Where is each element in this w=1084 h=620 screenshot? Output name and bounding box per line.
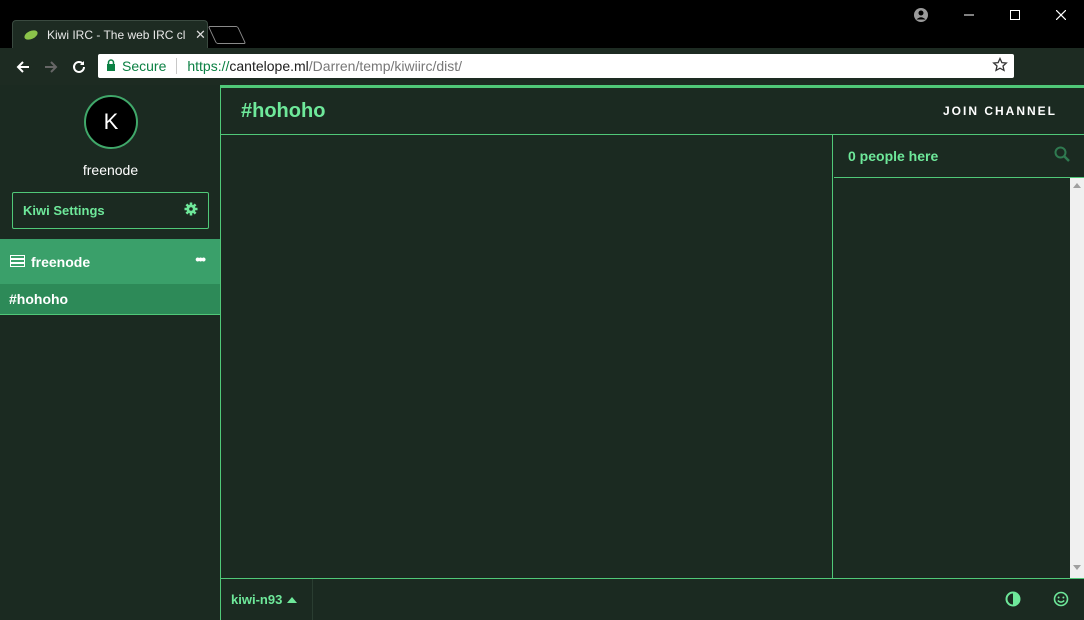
gear-icon [184, 202, 198, 219]
minimize-icon[interactable] [946, 0, 992, 30]
sidebar-item-channel[interactable]: #hohoho [0, 284, 220, 315]
control-bar: kiwi-n93 [221, 578, 1084, 620]
nick-label: kiwi-n93 [231, 592, 283, 607]
user-list-scrollbar[interactable] [1070, 178, 1084, 578]
browser-chrome: Kiwi IRC - The web IRC client ✕ [0, 0, 1084, 121]
kiwi-app: K freenode Kiwi Settings freenode ••• #h… [0, 85, 1084, 620]
back-arrow-icon[interactable] [9, 53, 37, 81]
search-icon[interactable] [1054, 146, 1070, 167]
user-list: 0 people here [834, 135, 1084, 578]
close-window-icon[interactable] [1038, 0, 1084, 30]
nick-button[interactable]: kiwi-n93 [221, 579, 313, 620]
lock-icon [106, 58, 116, 74]
tab-close-icon[interactable]: ✕ [195, 27, 206, 43]
server-icon [10, 254, 25, 270]
people-count: 0 people here [848, 148, 939, 164]
network-row-label: freenode [31, 253, 91, 270]
sidebar: K freenode Kiwi Settings freenode ••• #h… [0, 85, 221, 620]
user-list-header: 0 people here [834, 135, 1084, 178]
message-list[interactable] [221, 135, 833, 578]
browser-tab[interactable]: Kiwi IRC - The web IRC client ✕ [12, 20, 208, 48]
kiwi-settings-button[interactable]: Kiwi Settings [12, 192, 209, 229]
settings-label: Kiwi Settings [23, 203, 105, 218]
secure-label: Secure [122, 58, 167, 74]
avatar[interactable]: K [84, 95, 138, 149]
main-panel: #hohoho JOIN CHANNEL 0 people here kiwi-… [221, 85, 1084, 620]
network-name: freenode [82, 162, 139, 178]
more-options-icon[interactable]: ••• [195, 251, 206, 267]
scroll-down-icon[interactable] [1073, 565, 1081, 570]
join-channel-button[interactable]: JOIN CHANNEL [943, 104, 1057, 118]
maximize-icon[interactable] [992, 0, 1038, 30]
url-scheme: https:// [187, 58, 230, 74]
contrast-icon[interactable] [1005, 591, 1021, 612]
browser-toolbar: Secure https:// cantelope.ml /Darren/tem… [0, 48, 1084, 121]
url-path: /Darren/temp/kiwiirc/dist/ [308, 58, 463, 74]
titlebar: Kiwi IRC - The web IRC client ✕ [0, 0, 1084, 48]
sidebar-item-network[interactable]: freenode ••• [0, 239, 220, 284]
reload-icon[interactable] [65, 53, 93, 81]
bookmark-star-icon[interactable] [992, 56, 1008, 76]
scroll-up-icon[interactable] [1073, 183, 1081, 188]
caret-up-icon [287, 596, 298, 603]
profile-icon[interactable] [913, 7, 929, 23]
new-tab-button[interactable] [207, 26, 247, 44]
channel-label: #hohoho [9, 291, 69, 307]
page-title: #hohoho [241, 99, 326, 122]
channel-header: #hohoho JOIN CHANNEL [221, 88, 1084, 135]
window-controls [946, 0, 1084, 30]
url-host: cantelope.ml [229, 58, 309, 74]
omnibox-divider [176, 58, 178, 74]
forward-arrow-icon[interactable] [37, 53, 65, 81]
tab-title: Kiwi IRC - The web IRC client [47, 27, 185, 42]
kiwi-favicon-icon [23, 29, 39, 41]
address-bar[interactable]: Secure https:// cantelope.ml /Darren/tem… [98, 54, 1014, 78]
emoji-icon[interactable] [1053, 591, 1069, 612]
